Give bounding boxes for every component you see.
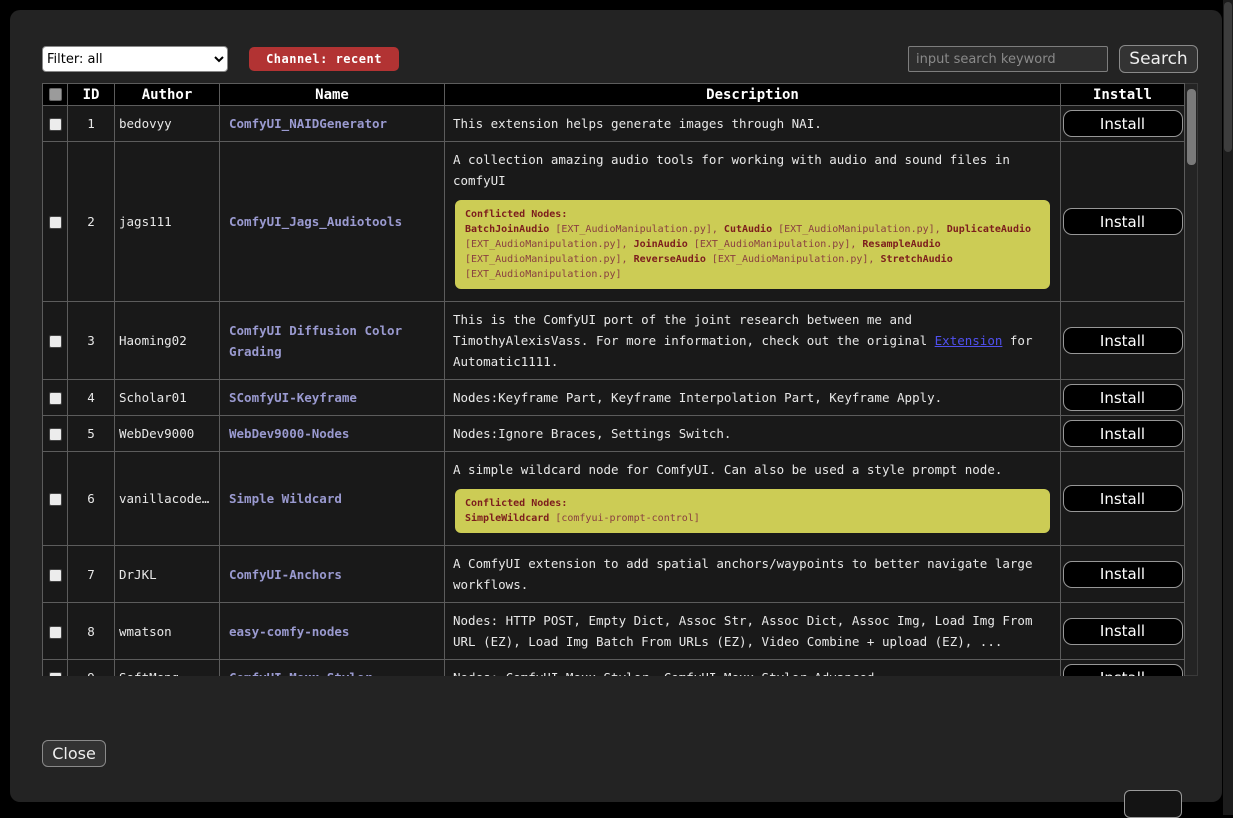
row-description: Nodes:Ignore Braces, Settings Switch. [445, 416, 1061, 452]
row-author: jags111 [115, 142, 220, 302]
table-scrollbar-thumb[interactable] [1187, 89, 1196, 165]
extension-link[interactable]: Extension [935, 333, 1003, 348]
custom-nodes-table-area: ID Author Name Description Install 1 bed… [42, 83, 1198, 676]
row-description: A collection amazing audio tools for wor… [445, 142, 1061, 302]
install-button[interactable]: Install [1063, 420, 1183, 447]
node-name-link[interactable]: easy-comfy-nodes [229, 624, 349, 639]
row-id: 8 [68, 603, 115, 660]
row-description: A ComfyUI extension to add spatial ancho… [445, 546, 1061, 603]
row-checkbox[interactable] [49, 428, 62, 441]
row-id: 5 [68, 416, 115, 452]
row-id: 3 [68, 302, 115, 380]
conflicted-nodes-box: Conflicted Nodes: BatchJoinAudio [EXT_Au… [455, 200, 1050, 289]
page-scrollbar[interactable] [1223, 0, 1233, 815]
row-author: Haoming02 [115, 302, 220, 380]
conflict-title: Conflicted Nodes: [465, 207, 1040, 222]
conflict-list: SimpleWildcard [comfyui-prompt-control] [465, 511, 1040, 526]
install-button[interactable]: Install [1063, 208, 1183, 235]
install-button[interactable]: Install [1063, 485, 1183, 512]
row-id: 7 [68, 546, 115, 603]
custom-nodes-dialog: Filter: all Channel: recent Search ID Au… [10, 10, 1222, 802]
node-name-link[interactable]: ComfyUI_Jags_Audiotools [229, 214, 402, 229]
row-author: wmatson [115, 603, 220, 660]
header-description: Description [445, 84, 1061, 106]
search-input[interactable] [908, 46, 1108, 72]
toolbar: Filter: all Channel: recent Search [42, 45, 1198, 73]
row-description: Nodes: ComfyUI Mexx Styler, ComfyUI Mexx… [445, 660, 1061, 677]
table-row: 7 DrJKL ComfyUI-Anchors A ComfyUI extens… [43, 546, 1185, 603]
table-row: 4 Scholar01 SComfyUI-Keyframe Nodes:Keyf… [43, 380, 1185, 416]
search-button[interactable]: Search [1119, 45, 1198, 73]
row-checkbox[interactable] [49, 493, 62, 506]
row-id: 9 [68, 660, 115, 677]
description-text: A simple wildcard node for ComfyUI. Can … [453, 459, 1052, 480]
table-row: 8 wmatson easy-comfy-nodes Nodes: HTTP P… [43, 603, 1185, 660]
row-author: bedovyy [115, 106, 220, 142]
row-description: This is the ComfyUI port of the joint re… [445, 302, 1061, 380]
node-name-link[interactable]: ComfyUI_NAIDGenerator [229, 116, 387, 131]
node-name-link[interactable]: ComfyUI-Anchors [229, 567, 342, 582]
header-install: Install [1061, 84, 1185, 106]
row-id: 4 [68, 380, 115, 416]
table-row: 1 bedovyy ComfyUI_NAIDGenerator This ext… [43, 106, 1185, 142]
conflicted-nodes-box: Conflicted Nodes: SimpleWildcard [comfyu… [455, 489, 1050, 533]
row-author: SoftMeng [115, 660, 220, 677]
background-partial-button [1124, 790, 1182, 818]
select-all-checkbox[interactable] [49, 88, 62, 101]
row-checkbox[interactable] [49, 216, 62, 229]
row-description: Nodes:Keyframe Part, Keyframe Interpolat… [445, 380, 1061, 416]
page-scrollbar-thumb[interactable] [1224, 2, 1232, 152]
row-id: 2 [68, 142, 115, 302]
row-author: vanillacode314 [115, 452, 220, 546]
node-name-link[interactable]: ComfyUI Diffusion Color Grading [229, 323, 402, 359]
table-row: 6 vanillacode314 Simple Wildcard A simpl… [43, 452, 1185, 546]
conflict-title: Conflicted Nodes: [465, 496, 1040, 511]
row-checkbox[interactable] [49, 335, 62, 348]
node-name-link[interactable]: ComfyUI_Mexx_Styler [229, 670, 372, 676]
install-button[interactable]: Install [1063, 327, 1183, 354]
close-button[interactable]: Close [42, 740, 106, 767]
description-text: A collection amazing audio tools for wor… [453, 149, 1052, 191]
row-description: A simple wildcard node for ComfyUI. Can … [445, 452, 1061, 546]
custom-nodes-table: ID Author Name Description Install 1 bed… [42, 83, 1185, 676]
node-name-link[interactable]: WebDev9000-Nodes [229, 426, 349, 441]
row-description: Nodes: HTTP POST, Empty Dict, Assoc Str,… [445, 603, 1061, 660]
row-description: This extension helps generate images thr… [445, 106, 1061, 142]
conflict-list: BatchJoinAudio [EXT_AudioManipulation.py… [465, 222, 1040, 282]
channel-badge[interactable]: Channel: recent [249, 47, 399, 71]
table-scrollbar[interactable] [1185, 83, 1198, 676]
row-checkbox[interactable] [49, 392, 62, 405]
table-row: 5 WebDev9000 WebDev9000-Nodes Nodes:Igno… [43, 416, 1185, 452]
header-checkbox-cell [43, 84, 68, 106]
node-name-link[interactable]: SComfyUI-Keyframe [229, 390, 357, 405]
header-name: Name [220, 84, 445, 106]
install-button[interactable]: Install [1063, 561, 1183, 588]
row-checkbox[interactable] [49, 626, 62, 639]
filter-select[interactable]: Filter: all [42, 46, 228, 72]
header-author: Author [115, 84, 220, 106]
row-author: Scholar01 [115, 380, 220, 416]
row-id: 1 [68, 106, 115, 142]
install-button[interactable]: Install [1063, 384, 1183, 411]
table-row: 9 SoftMeng ComfyUI_Mexx_Styler Nodes: Co… [43, 660, 1185, 677]
row-checkbox[interactable] [49, 118, 62, 131]
install-button[interactable]: Install [1063, 618, 1183, 645]
install-button[interactable]: Install [1063, 664, 1183, 676]
table-row: 2 jags111 ComfyUI_Jags_Audiotools A coll… [43, 142, 1185, 302]
row-author: WebDev9000 [115, 416, 220, 452]
header-id: ID [68, 84, 115, 106]
table-row: 3 Haoming02 ComfyUI Diffusion Color Grad… [43, 302, 1185, 380]
row-id: 6 [68, 452, 115, 546]
node-name-link[interactable]: Simple Wildcard [229, 491, 342, 506]
row-checkbox[interactable] [49, 569, 62, 582]
table-header-row: ID Author Name Description Install [43, 84, 1185, 106]
row-author: DrJKL [115, 546, 220, 603]
install-button[interactable]: Install [1063, 110, 1183, 137]
row-checkbox[interactable] [49, 672, 62, 676]
